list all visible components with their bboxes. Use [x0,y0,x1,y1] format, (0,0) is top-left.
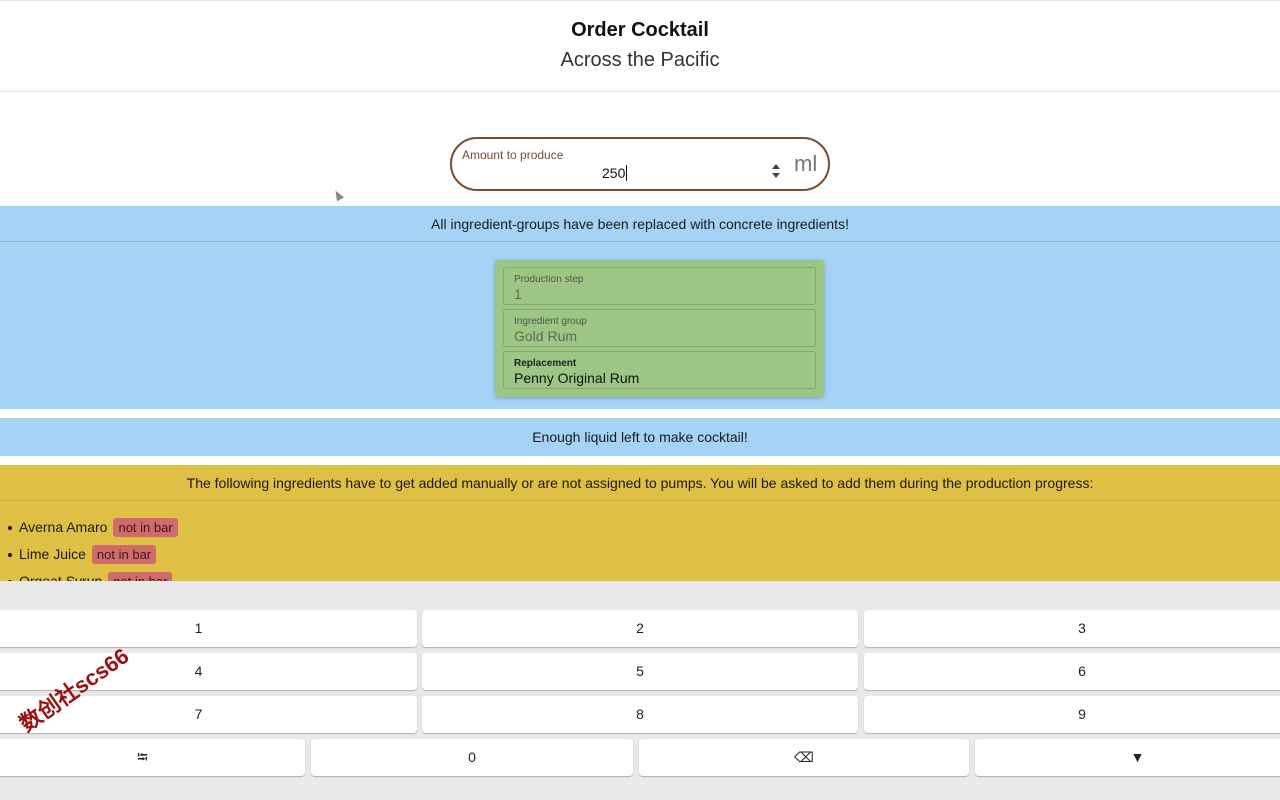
amount-input-value[interactable]: 250 [602,165,625,181]
status-badge: not in bar [108,572,173,581]
bullet-icon [8,526,12,531]
replacement-card: Production step 1 Ingredient group Gold … [495,260,824,397]
hide-keyboard-icon[interactable]: ▼ [975,739,1280,776]
list-item: Averna Amaro not in bar [8,518,178,537]
ingredient-name: Averna Amaro [19,519,108,535]
replacement-value[interactable]: Penny Original Rum [514,370,639,386]
key-2[interactable]: 2 [422,610,858,647]
key-6[interactable]: 6 [864,653,1280,690]
key-5[interactable]: 5 [422,653,858,690]
text-caret [626,165,628,181]
page-header: Order Cocktail Across the Pacific [0,0,1280,92]
list-item: Lime Juice not in bar [8,545,157,564]
key-0[interactable]: 0 [311,739,633,776]
status-badge: not in bar [91,545,157,564]
replacement-select[interactable]: Replacement Penny Original Rum [503,351,816,389]
key-3[interactable]: 3 [864,610,1280,647]
backspace-key-icon[interactable]: ⌫ [639,739,969,776]
amount-input-label: Amount to produce [462,148,564,162]
liquid-status-banner: Enough liquid left to make cocktail! [0,418,1280,456]
production-step-value: 1 [514,286,522,302]
replacement-label: Replacement [514,358,577,369]
key-9[interactable]: 9 [864,696,1280,733]
cocktail-name: Across the Pacific [560,49,720,71]
amount-unit: ml [794,151,818,176]
ingredient-group-label: Ingredient group [514,316,587,327]
status-badge: not in bar [113,518,178,537]
manual-ingredients-section: The following ingredients have to get ad… [0,465,1280,581]
ingredient-group-value: Gold Rum [514,328,578,344]
numeric-keyboard: 1 2 3 4 5 6 7 8 9 ⭾ 0 ⌫ ▼ [0,581,1280,800]
ingredient-name: Orgeat Syrup [19,573,103,581]
amount-stepper[interactable] [769,159,783,183]
amount-input[interactable]: Amount to produce 250 ml [450,137,830,191]
ingredient-name: Lime Juice [19,546,86,562]
tab-key-icon[interactable]: ⭾ [0,739,305,776]
page-title: Order Cocktail [571,19,709,41]
stepper-down-icon[interactable] [772,173,780,178]
bullet-icon [8,553,12,558]
production-step-label: Production step [514,274,584,285]
ingredient-group-field: Ingredient group Gold Rum [503,309,816,347]
mouse-cursor-icon [332,188,344,202]
key-8[interactable]: 8 [422,696,858,733]
key-1[interactable]: 1 [0,610,417,647]
production-step-field: Production step 1 [503,267,816,305]
replacement-section: All ingredient-groups have been replaced… [0,206,1280,409]
manual-ingredients-message: The following ingredients have to get ad… [0,465,1280,501]
list-item: Orgeat Syrup not in bar [8,572,173,581]
stepper-up-icon[interactable] [772,164,780,169]
replacement-message: All ingredient-groups have been replaced… [0,206,1280,242]
